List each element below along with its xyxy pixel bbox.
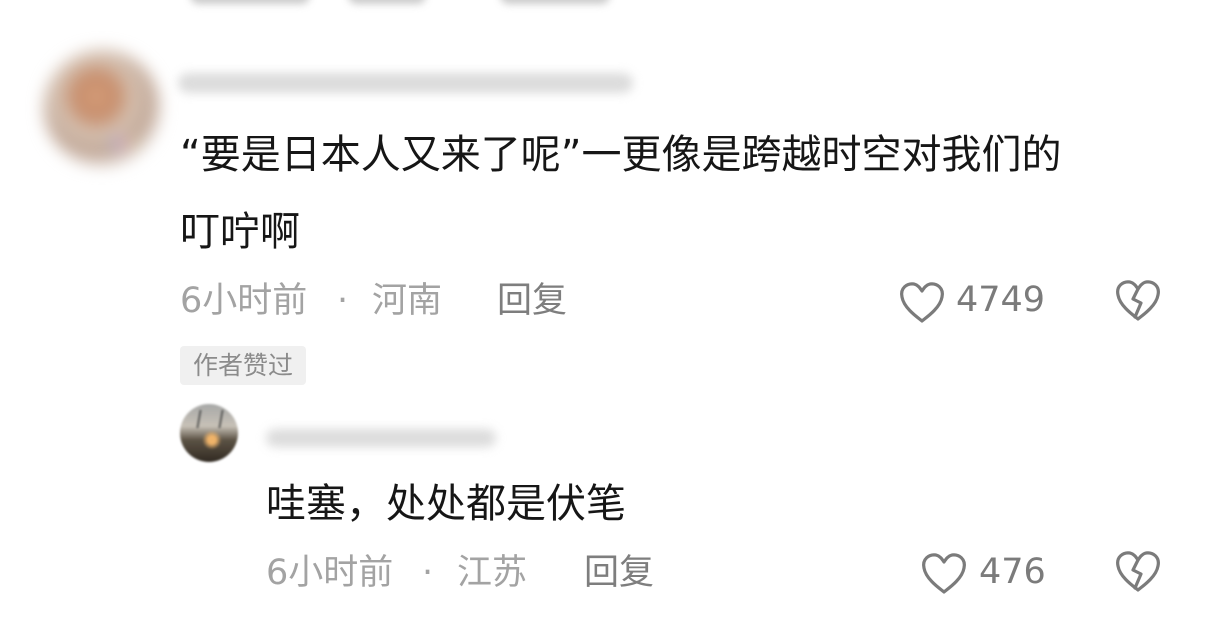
heart-icon[interactable] — [898, 281, 946, 325]
reply-meta-separator: · — [422, 553, 434, 593]
reply-location: 江苏 — [457, 553, 528, 593]
reply-text: 哇塞，处处都是伏笔 — [266, 481, 626, 527]
reply-time: 6小时前 — [266, 553, 394, 593]
commenter-avatar[interactable] — [44, 50, 160, 166]
reply-username[interactable] — [266, 420, 506, 452]
clipped-previous-meta-blur — [500, 0, 610, 4]
comment-time: 6小时前 — [180, 281, 308, 321]
comment-text-line-1: “要是日本人又来了呢”一更像是跨越时空对我们的 — [180, 132, 1062, 178]
heart-icon[interactable] — [920, 552, 968, 596]
broken-heart-icon[interactable] — [1114, 550, 1162, 594]
commenter-username[interactable] — [178, 64, 638, 100]
reply-to-reply-button[interactable]: 回复 — [584, 549, 654, 597]
comment-list-screen: “要是日本人又来了呢”一更像是跨越时空对我们的 叮咛啊 6小时前 · 河南 回复… — [0, 0, 1220, 634]
reply-username-obscured — [266, 429, 496, 447]
meta-separator: · — [337, 281, 349, 321]
broken-heart-icon[interactable] — [1114, 279, 1162, 323]
clipped-previous-meta-blur — [348, 0, 426, 4]
comment-location: 河南 — [372, 281, 443, 321]
reply-avatar[interactable] — [180, 404, 238, 462]
reply-like-count: 476 — [979, 552, 1046, 592]
reply-button[interactable]: 回复 — [497, 277, 567, 325]
clipped-previous-meta-blur — [190, 0, 310, 4]
like-count: 4749 — [956, 280, 1046, 320]
clipped-previous-comment-row — [0, 0, 1220, 8]
comment-text-line-2: 叮咛啊 — [180, 209, 300, 255]
username-obscured — [178, 73, 633, 93]
author-liked-badge: 作者赞过 — [180, 346, 307, 385]
